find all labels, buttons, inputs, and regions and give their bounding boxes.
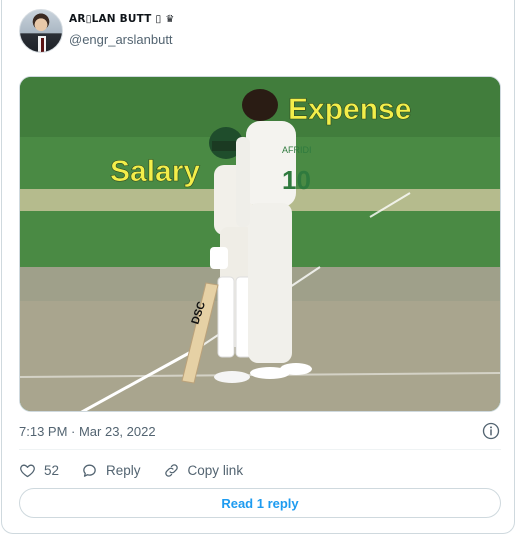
heart-icon bbox=[20, 464, 35, 477]
user-handle[interactable]: @engr_arslanbutt bbox=[69, 32, 173, 47]
tweet-timestamp[interactable]: 7:13 PM · Mar 23, 2022 bbox=[19, 424, 156, 439]
overlay-caption-expense: Expense bbox=[288, 93, 411, 126]
jersey-name: AFRIDI bbox=[282, 145, 312, 155]
like-button[interactable]: 52 bbox=[19, 462, 59, 479]
read-replies-button[interactable]: Read 1 reply bbox=[19, 488, 501, 518]
info-icon[interactable] bbox=[482, 422, 500, 440]
avatar-tie bbox=[41, 38, 44, 52]
jersey-number: 10 bbox=[282, 165, 311, 195]
tweet-header: AR▯LAN BUTT ▯ ♛ @engr_arslanbutt bbox=[19, 9, 499, 53]
name-row: AR▯LAN BUTT ▯ ♛ bbox=[69, 13, 174, 25]
reply-button[interactable]: Reply bbox=[81, 462, 141, 479]
copy-link-button[interactable]: Copy link bbox=[163, 462, 244, 479]
overlay-caption-salary: Salary bbox=[110, 155, 200, 188]
avatar[interactable] bbox=[19, 9, 63, 53]
divider bbox=[19, 449, 501, 450]
reply-label: Reply bbox=[106, 462, 141, 478]
link-icon bbox=[164, 463, 178, 477]
tweet-image[interactable]: DSC AFRIDI 10 Expense Salary bbox=[19, 76, 501, 412]
tweet-card: AR▯LAN BUTT ▯ ♛ @engr_arslanbutt DSC AFR… bbox=[1, 0, 515, 534]
copy-link-label: Copy link bbox=[187, 462, 244, 478]
display-name[interactable]: AR▯LAN BUTT ▯ bbox=[69, 13, 161, 25]
tweet-actions: 52 Reply Copy link bbox=[19, 459, 243, 481]
speech-bubble-icon bbox=[83, 464, 96, 477]
like-count: 52 bbox=[44, 462, 60, 478]
crown-icon: ♛ bbox=[165, 13, 175, 25]
cricket-meme-image: DSC AFRIDI 10 Expense Salary bbox=[20, 77, 500, 411]
